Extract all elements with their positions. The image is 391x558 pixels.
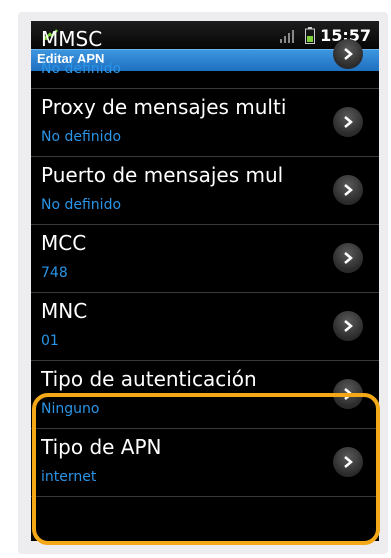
setting-value: 748 [41,265,68,281]
setting-title: Proxy de mensajes multi [41,95,287,119]
highlight-outline [32,393,380,545]
chevron-right-icon[interactable] [333,243,363,273]
chevron-right-icon[interactable] [333,175,363,205]
setting-proxy-mms[interactable]: Proxy de mensajes multi No definido [31,89,379,157]
setting-mms-port[interactable]: Puerto de mensajes mul No definido [31,157,379,225]
setting-value: No definido [41,129,122,145]
chevron-right-icon[interactable] [333,107,363,137]
setting-title: Tipo de autenticación [41,367,257,391]
setting-value: No definido [41,197,122,213]
setting-title: MNC [41,299,88,323]
setting-title: MCC [41,231,87,255]
setting-title: Puerto de mensajes mul [41,163,284,187]
setting-title: MMSC [41,27,103,51]
setting-mmsc[interactable]: MMSC No definido [31,21,379,89]
setting-value: 01 [41,333,59,349]
setting-value: No definido [41,61,122,77]
setting-mnc[interactable]: MNC 01 [31,293,379,361]
chevron-right-icon[interactable] [333,311,363,341]
setting-mcc[interactable]: MCC 748 [31,225,379,293]
chevron-right-icon[interactable] [333,39,363,69]
